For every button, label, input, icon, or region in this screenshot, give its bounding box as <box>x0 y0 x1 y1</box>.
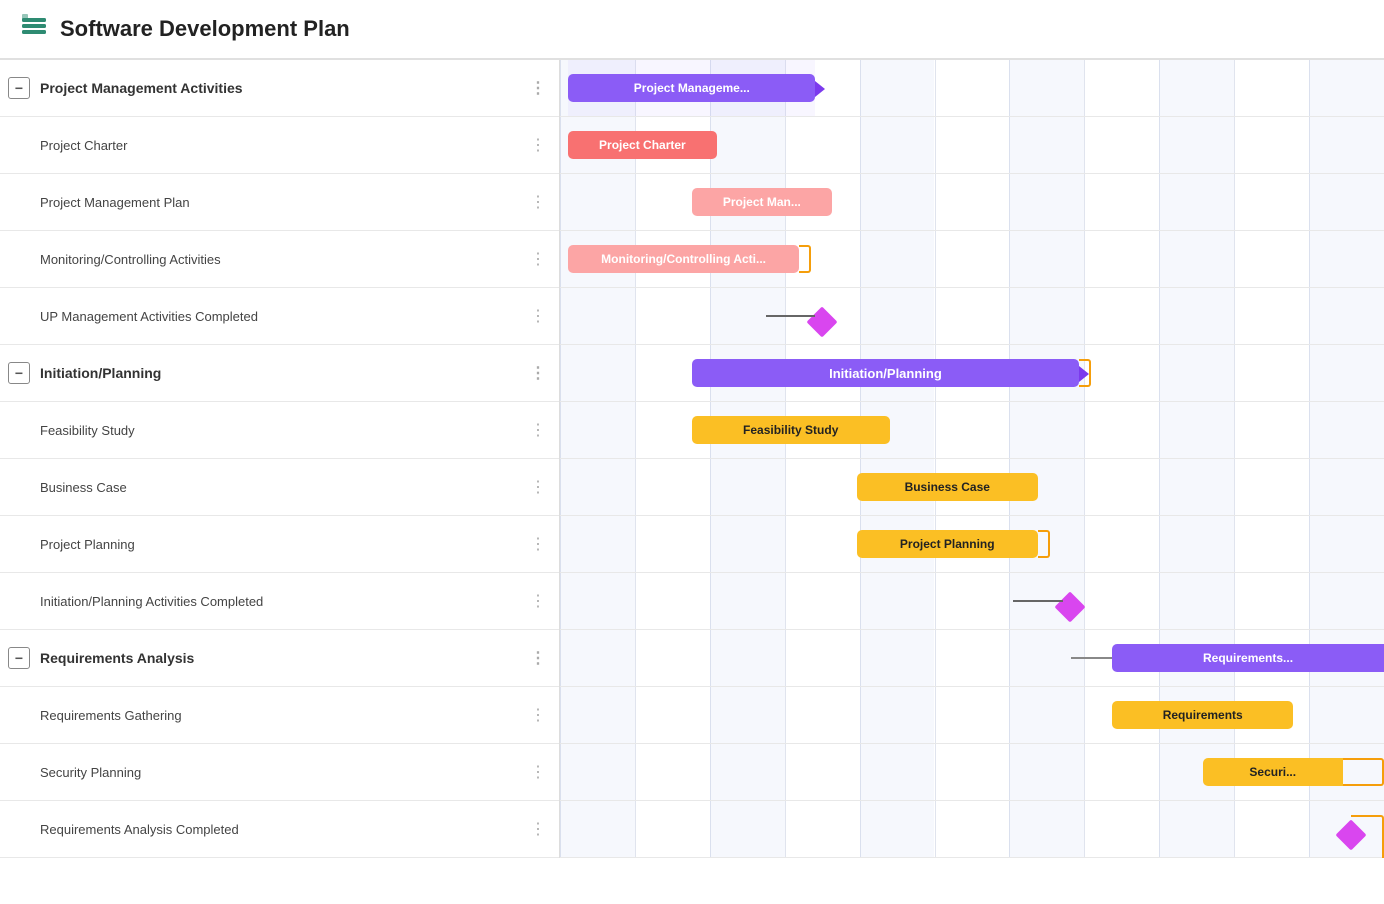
task-label-req-gathering: Requirements Gathering <box>40 708 526 723</box>
group1-header: − Project Management Activities ⋮ <box>0 60 559 117</box>
collapse-group1[interactable]: − <box>8 77 30 99</box>
gantt-row-project-mgmt-plan: Project Man... <box>560 174 1384 231</box>
bar-project-planning[interactable]: Project Planning <box>857 530 1038 558</box>
drag-req-gathering[interactable]: ⋮ <box>526 705 551 725</box>
app-icon <box>20 12 48 46</box>
task-req-analysis-completed: Requirements Analysis Completed ⋮ <box>0 801 559 858</box>
task-monitoring: Monitoring/Controlling Activities ⋮ <box>0 231 559 288</box>
task-label-req-analysis-completed: Requirements Analysis Completed <box>40 822 526 837</box>
drag-up-mgmt-completed[interactable]: ⋮ <box>526 306 551 326</box>
drag-group3[interactable]: ⋮ <box>526 648 551 668</box>
task-list: − Project Management Activities ⋮ Projec… <box>0 60 560 858</box>
group1-label: Project Management Activities <box>40 80 526 96</box>
bar-security-planning[interactable]: Securi... <box>1203 758 1343 786</box>
gantt-row-project-charter: Project Charter <box>560 117 1384 174</box>
bar-monitoring[interactable]: Monitoring/Controlling Acti... <box>568 245 799 273</box>
gantt-row-up-mgmt-completed <box>560 288 1384 345</box>
bar-feasibility[interactable]: Feasibility Study <box>692 416 890 444</box>
gantt-row-monitoring: Monitoring/Controlling Acti... <box>560 231 1384 288</box>
task-initiation-completed: Initiation/Planning Activities Completed… <box>0 573 559 630</box>
drag-project-charter[interactable]: ⋮ <box>526 135 551 155</box>
gantt-row-req-analysis-completed <box>560 801 1384 858</box>
gantt-row-group1: Project Manageme... <box>560 60 1384 117</box>
drag-feasibility[interactable]: ⋮ <box>526 420 551 440</box>
bar-requirements-analysis[interactable]: Requirements... <box>1112 644 1384 672</box>
task-project-mgmt-plan: Project Management Plan ⋮ <box>0 174 559 231</box>
gantt-chart: Project Manageme... Project Charter Proj… <box>560 60 1384 858</box>
collapse-group2[interactable]: − <box>8 362 30 384</box>
task-req-gathering: Requirements Gathering ⋮ <box>0 687 559 744</box>
group2-header: − Initiation/Planning ⋮ <box>0 345 559 402</box>
bar-req-gathering[interactable]: Requirements <box>1112 701 1293 729</box>
bar-initiation-planning[interactable]: Initiation/Planning <box>692 359 1079 387</box>
group2-label: Initiation/Planning <box>40 365 526 381</box>
task-label-up-mgmt-completed: UP Management Activities Completed <box>40 309 526 324</box>
group3-label: Requirements Analysis <box>40 650 526 666</box>
task-business-case: Business Case ⋮ <box>0 459 559 516</box>
gantt-row-business-case: Business Case <box>560 459 1384 516</box>
drag-req-analysis-completed[interactable]: ⋮ <box>526 819 551 839</box>
task-project-charter: Project Charter ⋮ <box>0 117 559 174</box>
task-label-security-planning: Security Planning <box>40 765 526 780</box>
bar-business-case[interactable]: Business Case <box>857 473 1038 501</box>
drag-group1[interactable]: ⋮ <box>526 78 551 98</box>
gantt-container: − Project Management Activities ⋮ Projec… <box>0 60 1384 858</box>
task-project-planning: Project Planning ⋮ <box>0 516 559 573</box>
drag-project-planning[interactable]: ⋮ <box>526 534 551 554</box>
task-label-project-mgmt-plan: Project Management Plan <box>40 195 526 210</box>
bar-project-mgmt-plan[interactable]: Project Man... <box>692 188 832 216</box>
drag-monitoring[interactable]: ⋮ <box>526 249 551 269</box>
drag-initiation-completed[interactable]: ⋮ <box>526 591 551 611</box>
bar-project-charter[interactable]: Project Charter <box>568 131 716 159</box>
drag-project-mgmt-plan[interactable]: ⋮ <box>526 192 551 212</box>
gantt-row-group3: Requirements... <box>560 630 1384 687</box>
app-title: Software Development Plan <box>60 16 350 42</box>
collapse-group3[interactable]: − <box>8 647 30 669</box>
task-feasibility: Feasibility Study ⋮ <box>0 402 559 459</box>
gantt-row-feasibility: Feasibility Study <box>560 402 1384 459</box>
group3-header: − Requirements Analysis ⋮ <box>0 630 559 687</box>
task-up-mgmt-completed: UP Management Activities Completed ⋮ <box>0 288 559 345</box>
gantt-row-initiation-completed <box>560 573 1384 630</box>
drag-security-planning[interactable]: ⋮ <box>526 762 551 782</box>
task-label-initiation-completed: Initiation/Planning Activities Completed <box>40 594 526 609</box>
task-label-business-case: Business Case <box>40 480 526 495</box>
gantt-row-security-planning: Securi... <box>560 744 1384 801</box>
drag-business-case[interactable]: ⋮ <box>526 477 551 497</box>
task-label-monitoring: Monitoring/Controlling Activities <box>40 252 526 267</box>
task-label-project-charter: Project Charter <box>40 138 526 153</box>
task-label-project-planning: Project Planning <box>40 537 526 552</box>
task-label-feasibility: Feasibility Study <box>40 423 526 438</box>
task-security-planning: Security Planning ⋮ <box>0 744 559 801</box>
gantt-row-group2: Initiation/Planning <box>560 345 1384 402</box>
bar-project-management[interactable]: Project Manageme... <box>568 74 815 102</box>
gantt-row-project-planning: Project Planning <box>560 516 1384 573</box>
gantt-row-req-gathering: Requirements <box>560 687 1384 744</box>
drag-group2[interactable]: ⋮ <box>526 363 551 383</box>
app-header: Software Development Plan <box>0 0 1384 60</box>
